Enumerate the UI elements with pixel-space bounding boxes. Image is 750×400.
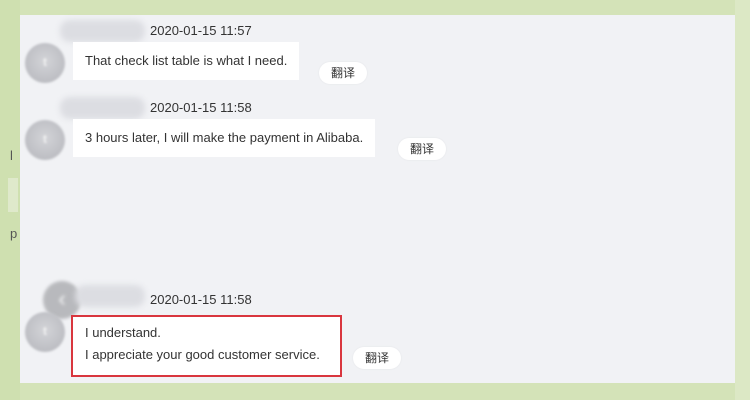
sender-avatar: t — [25, 120, 65, 160]
message-text: I understand. — [85, 325, 161, 340]
message-timestamp: 2020-01-15 11:57 — [150, 23, 252, 38]
left-text-fragment: p — [10, 226, 18, 241]
sender-name-redacted — [60, 20, 145, 42]
right-edge — [735, 0, 750, 400]
message-timestamp: 2020-01-15 11:58 — [150, 100, 252, 115]
avatar-initial: t — [43, 55, 47, 69]
message-text: 3 hours later, I will make the payment i… — [85, 130, 364, 145]
message-text: That check list table is what I need. — [85, 53, 288, 68]
sender-avatar: t — [25, 43, 65, 83]
left-strip-block — [8, 178, 18, 212]
message-text: I appreciate your good customer service. — [85, 347, 320, 362]
translate-button[interactable]: 翻译 — [319, 62, 368, 84]
sender-avatar: t — [25, 312, 65, 352]
avatar-initial: t — [43, 324, 47, 338]
left-text-fragment: l — [10, 148, 13, 163]
avatar-initial: t — [43, 132, 47, 146]
highlighted-message-bubble: I understand. I appreciate your good cus… — [71, 315, 342, 377]
message-timestamp: 2020-01-15 11:58 — [150, 292, 252, 307]
left-sidebar-strip: l p — [0, 0, 20, 400]
sender-name-redacted — [75, 285, 145, 307]
message-bubble: 3 hours later, I will make the payment i… — [73, 119, 376, 157]
translate-button[interactable]: 翻译 — [353, 347, 402, 369]
sender-name-redacted — [60, 97, 145, 119]
chat-panel: 2020-01-15 11:57 t That check list table… — [20, 15, 735, 383]
translate-button[interactable]: 翻译 — [398, 138, 447, 160]
message-bubble: That check list table is what I need. — [73, 42, 300, 80]
